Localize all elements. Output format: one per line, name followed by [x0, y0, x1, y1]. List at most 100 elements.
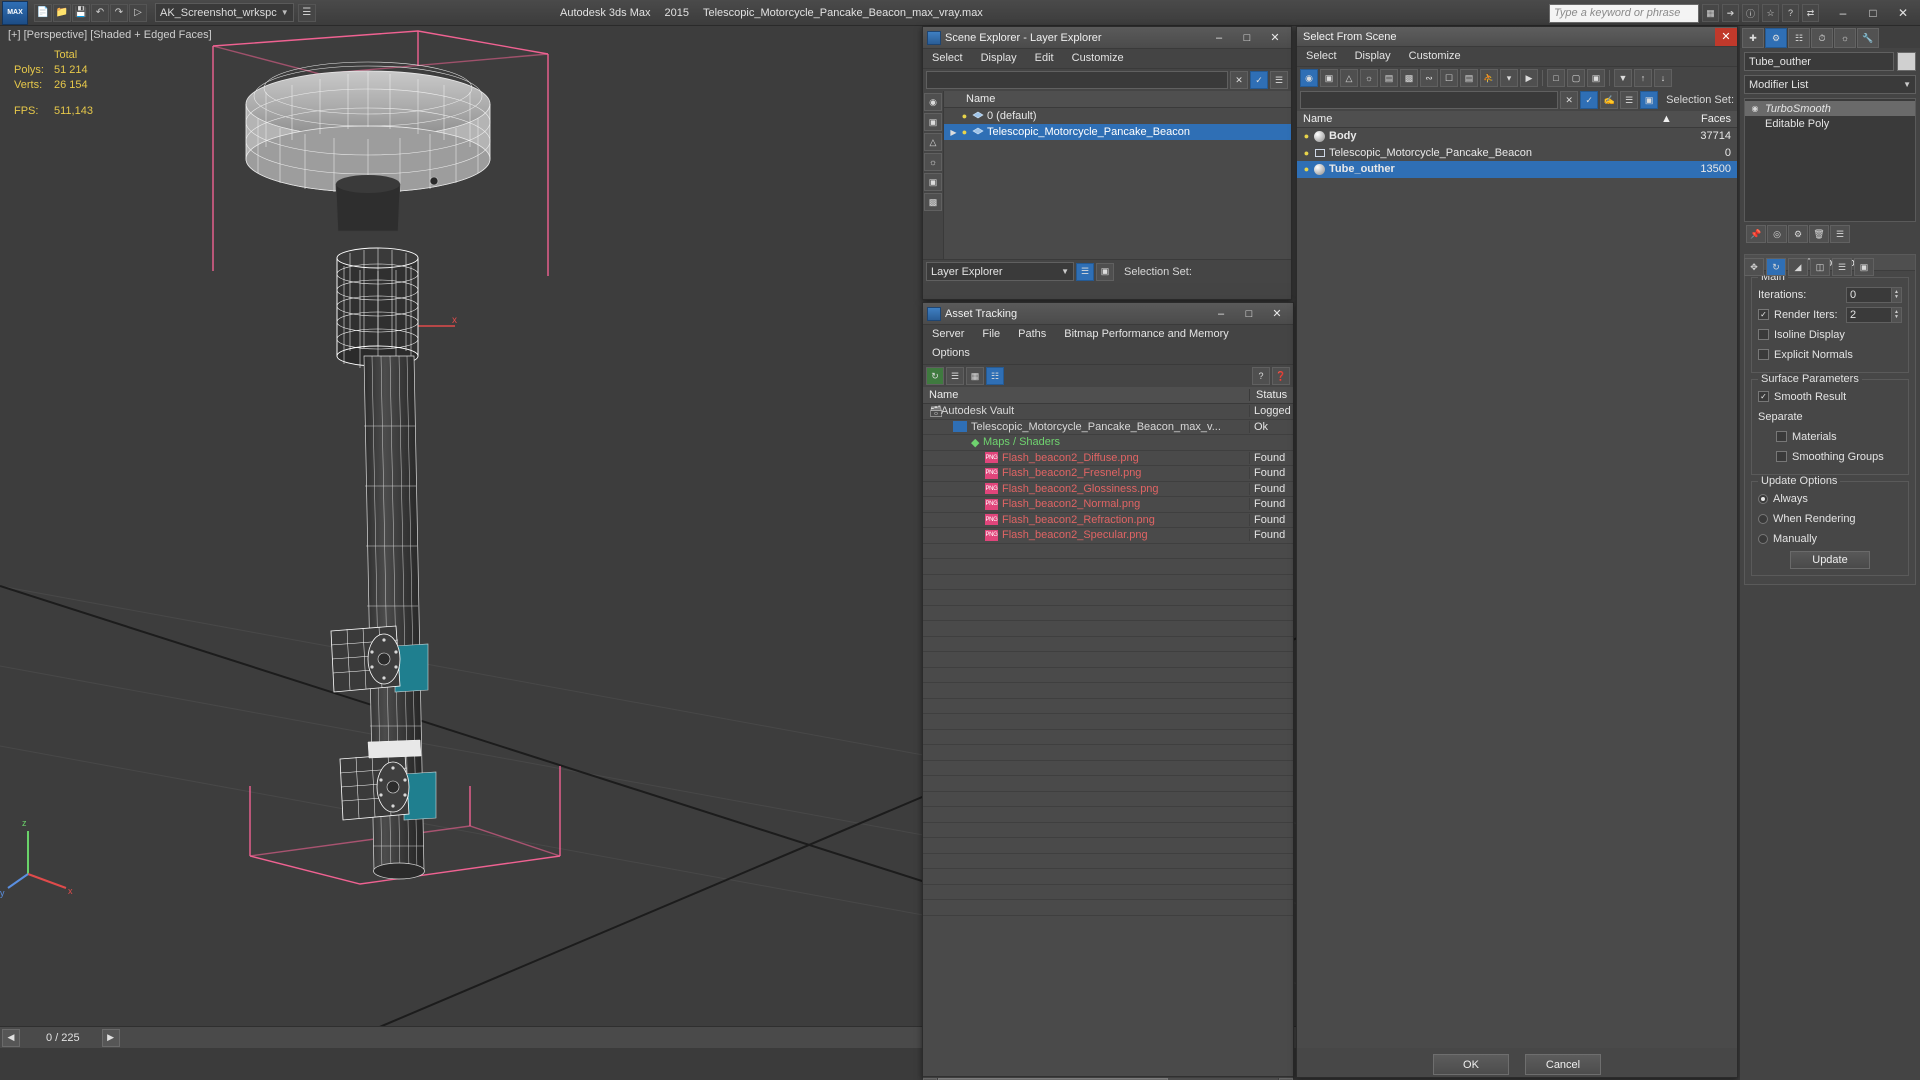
- modifier-toggle-icon[interactable]: [1749, 118, 1761, 129]
- asset-tracking-window[interactable]: Asset Tracking – □ ✕ Server File Paths B…: [922, 302, 1294, 1080]
- asset-tracking-hscrollbar[interactable]: ◀ ▶: [923, 1076, 1293, 1080]
- new-file-icon[interactable]: 📄: [34, 3, 52, 22]
- explicit-normals-checkbox[interactable]: [1758, 349, 1769, 360]
- filter-helpers-icon[interactable]: ▩: [1400, 69, 1418, 87]
- remove-modifier-icon[interactable]: 🗑: [1809, 225, 1829, 243]
- workspace-selector[interactable]: AK_Screenshot_wrkspc ▼: [155, 3, 294, 22]
- select-objects-icon[interactable]: ▣: [1096, 262, 1114, 281]
- redo-icon[interactable]: ↷: [110, 3, 128, 22]
- layer-row-beacon[interactable]: ▶ ● Telescopic_Motorcycle_Pancake_Beacon: [944, 124, 1291, 140]
- turbosmooth-rollout[interactable]: ▼ TurboSmooth Main Iterations: 0 ▲▼ ✓ Re…: [1744, 254, 1916, 585]
- scene-object-row[interactable]: ● Tube_outher 13500: [1297, 161, 1737, 178]
- star-icon[interactable]: ☆: [1762, 4, 1779, 22]
- exchange-icon[interactable]: ⇄: [1802, 4, 1819, 22]
- menu-file[interactable]: File: [973, 325, 1009, 344]
- save-file-icon[interactable]: 💾: [72, 3, 90, 22]
- manually-radio[interactable]: [1758, 533, 1768, 544]
- menu-bitmap-performance[interactable]: Bitmap Performance and Memory: [1055, 325, 1237, 344]
- scene-explorer-close[interactable]: ✕: [1261, 27, 1289, 48]
- object-name-input[interactable]: Tube_outher: [1744, 52, 1894, 71]
- search-input[interactable]: Type a keyword or phrase: [1549, 3, 1699, 23]
- scene-explorer-titlebar[interactable]: Scene Explorer - Layer Explorer – □ ✕: [923, 27, 1291, 49]
- smoothing-groups-checkbox[interactable]: [1776, 451, 1787, 462]
- scene-explorer-minimize[interactable]: –: [1205, 27, 1233, 48]
- select-from-scene-titlebar[interactable]: Select From Scene ✕: [1297, 27, 1737, 47]
- display-influences-icon[interactable]: ▶: [1520, 69, 1538, 87]
- always-radio[interactable]: [1758, 493, 1768, 504]
- asset-empty-row[interactable]: [923, 745, 1293, 761]
- filter-cameras-icon[interactable]: ▤: [1380, 69, 1398, 87]
- render-iters-input[interactable]: 2: [1846, 306, 1892, 323]
- scene-explorer-window[interactable]: Scene Explorer - Layer Explorer – □ ✕ Se…: [922, 26, 1292, 300]
- sort-descending-icon[interactable]: ↓: [1654, 69, 1672, 87]
- grid-icon[interactable]: ▦: [1702, 4, 1719, 22]
- select-none-icon[interactable]: ▣: [1587, 69, 1605, 87]
- update-option-always[interactable]: Always: [1758, 490, 1902, 507]
- hierarchy-tab[interactable]: ☷: [1788, 28, 1810, 48]
- asset-empty-row[interactable]: [923, 838, 1293, 854]
- filter-groups-icon[interactable]: ☐: [1440, 69, 1458, 87]
- scene-object-row[interactable]: ● Telescopic_Motorcycle_Pancake_Beacon 0: [1297, 145, 1737, 162]
- prev-frame-button[interactable]: ◀: [2, 1028, 20, 1047]
- lightbulb-icon[interactable]: ●: [1301, 147, 1312, 158]
- next-frame-button[interactable]: ▶: [101, 1028, 120, 1047]
- align-icon[interactable]: ☰: [1832, 258, 1852, 276]
- sort-arrow-icon[interactable]: ▲: [1661, 113, 1673, 125]
- collapse-all-icon[interactable]: ▢: [1567, 69, 1585, 87]
- iterations-spinner[interactable]: ▲ ▼: [1892, 286, 1902, 303]
- pick-icon[interactable]: ✍: [1600, 91, 1619, 109]
- object-color-swatch[interactable]: [1897, 52, 1916, 71]
- menu-display[interactable]: Display: [1346, 47, 1400, 66]
- display-shapes-icon[interactable]: △: [924, 133, 942, 151]
- asset-empty-row[interactable]: [923, 590, 1293, 606]
- create-tab[interactable]: ✚: [1742, 28, 1764, 48]
- lightbulb-icon[interactable]: ●: [1301, 131, 1312, 142]
- filter-toggle-icon[interactable]: ✓: [1250, 71, 1268, 89]
- motion-tab[interactable]: ⏱: [1811, 28, 1833, 48]
- filter-all-icon[interactable]: ◉: [1300, 69, 1318, 87]
- menu-options[interactable]: Options: [923, 344, 1293, 363]
- asset-tracking-list[interactable]: 🗃 Autodesk Vault Logged Telescopic_Motor…: [923, 404, 1293, 1076]
- clear-find-icon[interactable]: ✕: [1230, 71, 1248, 89]
- display-cameras-icon[interactable]: ▣: [924, 173, 942, 191]
- layers-icon[interactable]: ☰: [1076, 262, 1094, 281]
- asset-empty-row[interactable]: [923, 714, 1293, 730]
- move-icon[interactable]: ✥: [1744, 258, 1764, 276]
- when-rendering-radio[interactable]: [1758, 513, 1768, 524]
- expand-all-icon[interactable]: □: [1547, 69, 1565, 87]
- asset-empty-row[interactable]: [923, 869, 1293, 885]
- render-iters-spinner[interactable]: ▲ ▼: [1892, 306, 1902, 323]
- modifier-stack-item-editable-poly[interactable]: Editable Poly: [1745, 116, 1915, 131]
- asset-empty-row[interactable]: [923, 575, 1293, 590]
- asset-empty-row[interactable]: [923, 637, 1293, 652]
- render-iters-checkbox[interactable]: ✓: [1758, 309, 1769, 320]
- minimize-button[interactable]: –: [1828, 1, 1858, 25]
- asset-empty-row[interactable]: [923, 776, 1293, 792]
- filter-shapes-icon[interactable]: △: [1340, 69, 1358, 87]
- asset-empty-row[interactable]: [923, 544, 1293, 559]
- scene-explorer-find-input[interactable]: [926, 71, 1228, 89]
- menu-display[interactable]: Display: [972, 49, 1026, 68]
- select-from-scene-list[interactable]: ● Body 37714 ● Telescopic_Motorcycle_Pan…: [1297, 128, 1737, 1048]
- clear-find-icon[interactable]: ✕: [1560, 91, 1579, 109]
- ok-button[interactable]: OK: [1433, 1054, 1509, 1075]
- display-children-icon[interactable]: ▾: [1500, 69, 1518, 87]
- iterations-input[interactable]: 0: [1846, 286, 1892, 303]
- info-icon[interactable]: ⓘ: [1742, 4, 1759, 22]
- layers-icon[interactable]: ☰: [1620, 91, 1639, 109]
- select-tool-icon[interactable]: ➔: [1722, 4, 1739, 22]
- asset-empty-row[interactable]: [923, 807, 1293, 823]
- asset-empty-row[interactable]: [923, 792, 1293, 807]
- asset-empty-row[interactable]: [923, 606, 1293, 621]
- make-unique-icon[interactable]: ⚙: [1788, 225, 1808, 243]
- rotate-icon[interactable]: ↻: [1766, 258, 1786, 276]
- help-icon[interactable]: ?: [1252, 367, 1270, 385]
- asset-empty-row[interactable]: [923, 559, 1293, 575]
- expander-icon[interactable]: ▶: [948, 128, 959, 137]
- select-set-icon[interactable]: ▣: [1640, 91, 1659, 109]
- isoline-display-checkbox[interactable]: [1758, 329, 1769, 340]
- asset-row[interactable]: Telescopic_Motorcycle_Pancake_Beacon_max…: [923, 420, 1293, 435]
- menu-select[interactable]: Select: [1297, 47, 1346, 66]
- mirror-icon[interactable]: ◫: [1810, 258, 1830, 276]
- modify-tab[interactable]: ⚙: [1765, 28, 1787, 48]
